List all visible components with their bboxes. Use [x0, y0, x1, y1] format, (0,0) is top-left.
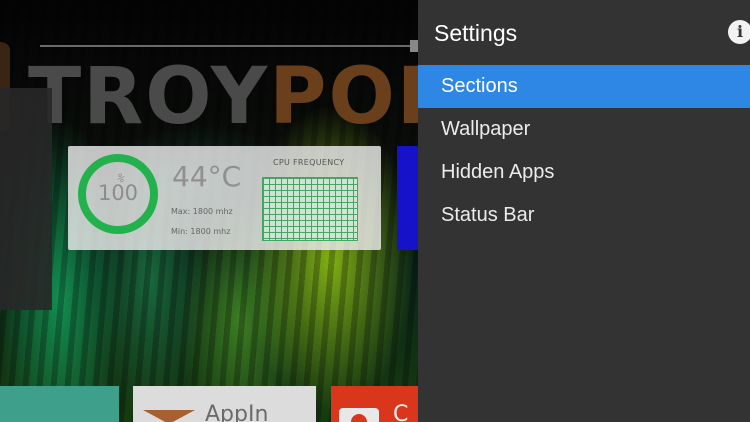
launcher-background: TROYPOI % 100 44°C Max: 1800 mhz Min: 18…: [0, 0, 418, 422]
teal-app-tile[interactable]: [0, 386, 119, 422]
screen: TROYPOI % 100 44°C Max: 1800 mhz Min: 18…: [0, 0, 750, 422]
blue-app-tile[interactable]: [397, 146, 418, 250]
menu-item-sections[interactable]: Sections: [418, 65, 750, 108]
cpu-frequency-label: CPU FREQUENCY: [273, 158, 345, 167]
brand-logo-text-part1: TROY: [28, 52, 270, 142]
cpu-gauge: % 100: [78, 154, 158, 238]
red-app-label: C: [393, 402, 409, 422]
cpu-min-frequency: Min: 1800 mhz: [171, 227, 231, 236]
brand-logo-text: TROYPOI: [28, 52, 418, 142]
red-app-tile[interactable]: C: [331, 386, 418, 422]
settings-title: Settings: [434, 20, 518, 46]
cpu-max-frequency: Max: 1800 mhz: [171, 207, 233, 216]
settings-menu: Sections Wallpaper Hidden Apps Status Ba…: [418, 65, 750, 237]
settings-drawer: Settings i Sections Wallpaper Hidden App…: [418, 0, 750, 422]
menu-item-hidden-apps[interactable]: Hidden Apps: [418, 151, 750, 194]
red-app-icon: [339, 408, 379, 422]
appin-app-tile[interactable]: AppIn: [133, 386, 316, 422]
appin-icon: [143, 410, 195, 422]
appin-label: AppIn: [205, 402, 269, 422]
side-tile[interactable]: [0, 88, 52, 310]
menu-item-wallpaper[interactable]: Wallpaper: [418, 108, 750, 151]
menu-item-status-bar[interactable]: Status Bar: [418, 194, 750, 237]
cpu-frequency-graph: [262, 177, 358, 241]
brand-divider-cap: [410, 40, 418, 52]
cpu-widget[interactable]: % 100 44°C Max: 1800 mhz Min: 1800 mhz C…: [68, 146, 381, 250]
gauge-value: 100: [97, 181, 139, 205]
settings-header: Settings i: [418, 0, 750, 65]
info-icon[interactable]: i: [728, 20, 750, 44]
cpu-temperature: 44°C: [172, 160, 242, 193]
brand-divider: [40, 45, 418, 47]
brand-logo-text-part2: POI: [269, 52, 418, 142]
